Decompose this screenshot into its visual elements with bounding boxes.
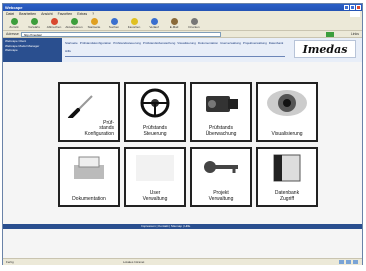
tile-visualisierung[interactable]: Visualisierung [256,82,318,142]
status-zone: Lokales Intranet [123,260,145,264]
maximize-button[interactable] [350,5,355,10]
nav-link[interactable]: Datenbank [269,41,284,48]
system-tray [339,260,358,264]
address-label: Adresse [6,32,19,36]
tile-caption: Prüf- stands Konfiguration [84,119,114,137]
database-cabinet-icon [273,154,301,182]
search-button[interactable]: Suchen [106,17,122,30]
address-bar: Adresse http://imedas/ Links [3,31,362,38]
back-arrow-icon [10,18,18,25]
window-title: Webcape [5,4,23,10]
user-icon [136,155,174,181]
tile-konfiguration[interactable]: Prüf- stands Konfiguration [58,82,120,142]
nav-link[interactable]: Prüfstandsüberwachung [143,41,175,48]
tile-caption: Projekt Verwaltung [208,190,234,202]
search-icon [110,18,118,25]
tile-projektverwaltung[interactable]: Projekt Verwaltung [190,147,252,207]
minimize-button[interactable] [344,5,349,10]
nav-link[interactable]: Userverwaltung [220,41,241,48]
video-camera-icon [206,96,238,112]
history-button[interactable]: Verlauf [146,17,162,30]
refresh-button[interactable]: Aktualisieren [65,17,83,30]
nav-link[interactable]: Dokumentation [198,41,218,48]
home-button[interactable]: Startseite [86,17,102,30]
status-bar: Fertig Lokales Intranet [3,258,362,265]
tray-icon[interactable] [339,260,344,264]
nav-link[interactable]: Prüfstandskonfiguration [80,41,112,48]
key-icon [204,161,238,173]
print-icon [190,18,198,25]
menu-help[interactable]: ? [92,12,94,16]
page-content: Webcape Client Webcape Modul Manager Web… [3,38,362,258]
browser-toolbar: Zurück Vorwärts Abbrechen Aktualisieren … [3,17,362,31]
menu-view[interactable]: Ansicht [41,12,52,16]
home-icon [90,18,98,25]
mail-button[interactable]: E-Mail [166,17,182,30]
nav-divider [65,56,285,57]
tile-ueberwachung[interactable]: Prüfstands Überwachung [190,82,252,142]
forward-arrow-icon [30,18,38,25]
nav-link[interactable]: Hilfe [65,49,71,56]
history-icon [150,18,158,25]
left-panel: Webcape Client Webcape Modul Manager Web… [3,38,62,62]
steering-wheel-icon [140,88,170,118]
nav-link[interactable]: Prüfstandssteuerung [113,41,141,48]
print-button[interactable]: Drucken [186,17,202,30]
menu-edit[interactable]: Bearbeiten [19,12,36,16]
tray-icon[interactable] [346,260,351,264]
printer-icon [74,156,104,179]
mail-icon [170,18,178,25]
tile-datenbank[interactable]: Datenbank Zugriff [256,147,318,207]
nav-link[interactable]: Startseite [65,41,78,48]
tile-userverwaltung[interactable]: User Verwaltung [124,147,186,207]
nav-link[interactable]: Visualisierung [177,41,196,48]
left-panel-line[interactable]: Webcape [5,48,60,53]
close-button[interactable] [356,5,361,10]
tile-caption: Visualisierung [271,130,303,137]
menu-tools[interactable]: Extras [77,12,87,16]
module-grid: Prüf- stands Konfiguration Prüfstands St… [58,82,318,207]
nav-link[interactable]: Projektverwaltung [243,41,267,48]
imedas-logo: Imedas [294,40,356,58]
footer-links[interactable]: Impressum | Kontakt | Sitemap | Hilfe [141,224,190,229]
screwdriver-icon [68,95,93,118]
address-input[interactable]: http://imedas/ [20,31,221,37]
favorites-icon [130,18,138,25]
tile-caption: Prüfstands Überwachung [205,125,237,137]
status-text: Fertig [6,260,14,264]
refresh-icon [70,18,78,25]
tile-caption: Datenbank Zugriff [274,190,300,202]
back-button[interactable]: Zurück [6,17,22,30]
title-bar: Webcape [3,4,362,11]
window-controls [344,5,361,10]
tile-steuerung[interactable]: Prüfstands Steuerung [124,82,186,142]
tile-caption: Prüfstands Steuerung [143,125,167,137]
stop-button[interactable]: Abbrechen [46,17,62,30]
app-nav-links: Startseite Prüfstandskonfiguration Prüfs… [65,41,285,55]
stop-icon [50,18,58,25]
go-button[interactable] [326,32,334,37]
eye-icon [267,90,307,116]
left-panel-line[interactable]: Webcape Client [5,39,60,44]
favorites-button[interactable]: Favoriten [126,17,142,30]
tile-caption: User Verwaltung [142,190,168,202]
app-header: Webcape Client Webcape Modul Manager Web… [3,38,362,62]
forward-button[interactable]: Vorwärts [26,17,42,30]
browser-window: Webcape Datei Bearbeiten Ansicht Favorit… [2,3,363,265]
menu-favorites[interactable]: Favoriten [58,12,73,16]
tray-icon[interactable] [353,260,358,264]
links-label[interactable]: Links [351,32,359,36]
menu-file[interactable]: Datei [6,12,14,16]
tile-caption: Dokumentation [72,195,106,202]
tile-dokumentation[interactable]: Dokumentation [58,147,120,207]
